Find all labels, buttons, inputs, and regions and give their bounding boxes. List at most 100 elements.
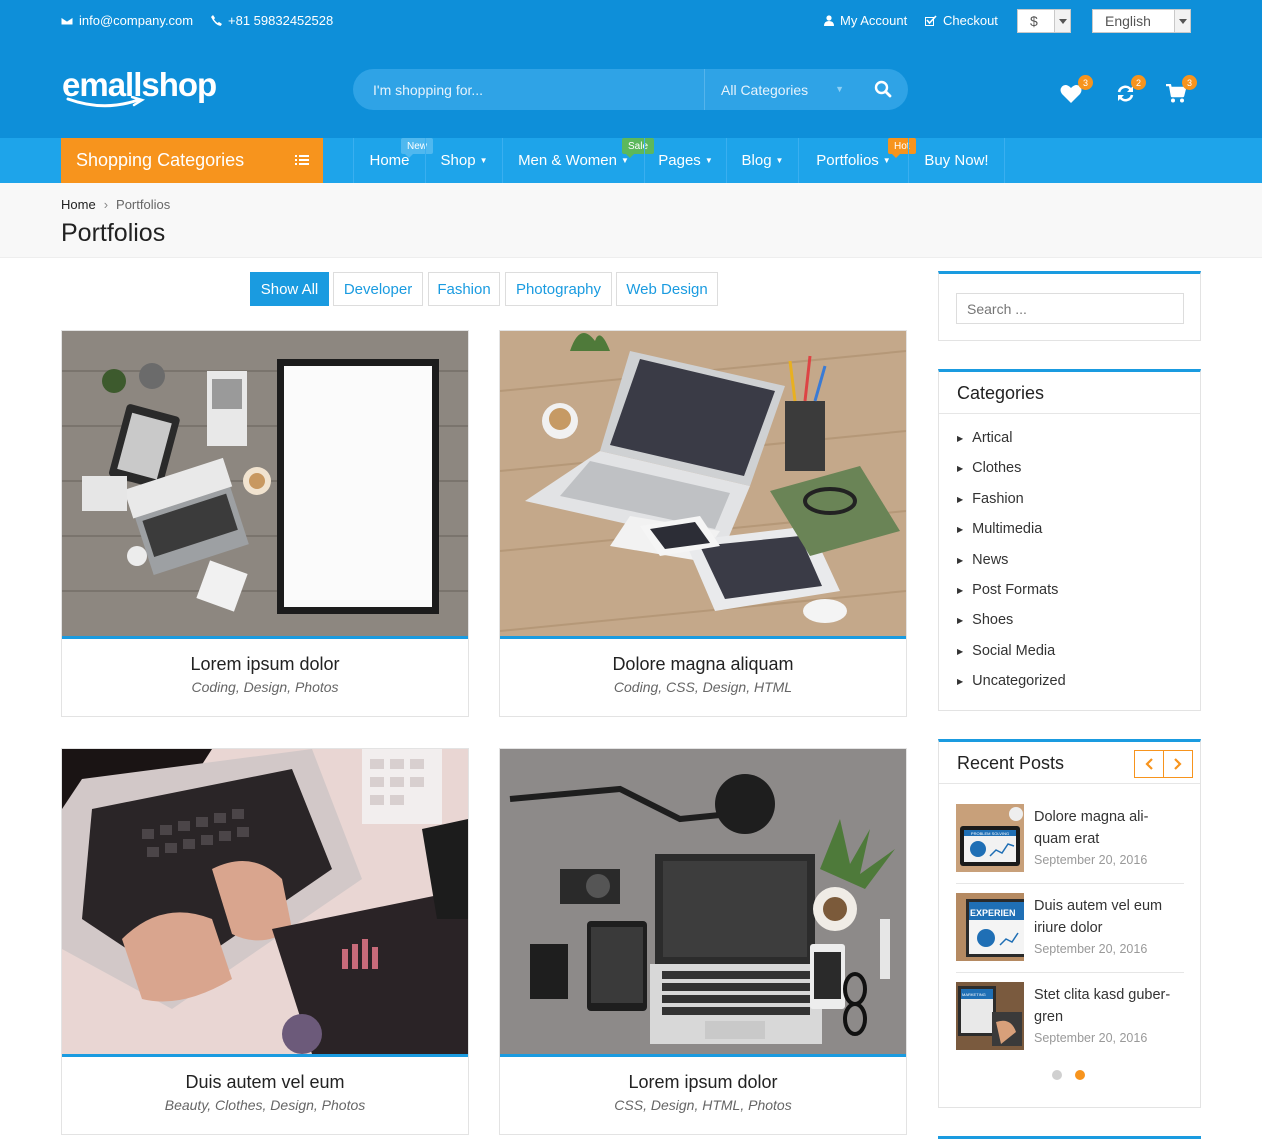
checkout-link[interactable]: Checkout xyxy=(925,13,998,28)
category-item-clothes[interactable]: ▶ Clothes xyxy=(957,460,1021,476)
portfolio-card[interactable]: Duis autem vel eum Beauty, Clothes, Desi… xyxy=(61,748,469,1135)
wishlist-count-badge: 3 xyxy=(1078,75,1093,90)
my-account-link[interactable]: My Account xyxy=(824,13,907,28)
portfolio-title[interactable]: Dolore magna aliquam xyxy=(500,654,906,675)
caret-right-icon: ▶ xyxy=(957,463,964,473)
portfolio-title[interactable]: Lorem ipsum dolor xyxy=(62,654,468,675)
shopping-categories-label: Shopping Categories xyxy=(76,150,245,170)
caret-down-icon: ▼ xyxy=(479,156,488,165)
category-label: Fashion xyxy=(972,491,1024,507)
category-item-uncategorized[interactable]: ▶ Uncategorized xyxy=(957,673,1066,689)
category-item-multimedia[interactable]: ▶ Multimedia xyxy=(957,521,1042,537)
search-widget xyxy=(938,271,1201,341)
search-input[interactable] xyxy=(373,69,693,110)
category-item-shoes[interactable]: ▶ Shoes xyxy=(957,612,1013,628)
post-thumbnail[interactable]: MARKETING xyxy=(956,982,1024,1050)
category-label: Social Media xyxy=(972,643,1056,659)
portfolio-image[interactable] xyxy=(500,331,906,636)
nav-item-pages[interactable]: Pages ▼ xyxy=(645,138,726,183)
nav-item-buy-now[interactable]: Buy Now! xyxy=(909,138,1004,183)
category-label: Post Formats xyxy=(972,582,1059,598)
post-thumbnail[interactable]: PROBLEM SOLVING xyxy=(956,804,1024,872)
language-select[interactable]: English xyxy=(1092,9,1191,33)
portfolio-image[interactable] xyxy=(62,749,468,1054)
thumb-caption: EXPERIEN xyxy=(970,908,1016,918)
language-value: English xyxy=(1105,13,1151,29)
caret-right-icon: ▶ xyxy=(957,585,964,595)
phone-icon xyxy=(211,15,222,26)
category-item-fashion[interactable]: ▶ Fashion xyxy=(957,491,1024,507)
post-thumbnail[interactable]: EXPERIEN xyxy=(956,893,1024,961)
category-label: News xyxy=(972,552,1009,568)
category-item-social-media[interactable]: ▶ Social Media xyxy=(957,643,1055,659)
post-title[interactable]: Dolore magna ali-quam erat xyxy=(1034,806,1184,850)
filter-web-design[interactable]: Web Design xyxy=(616,272,718,306)
portfolio-title[interactable]: Duis autem vel eum xyxy=(62,1072,468,1093)
card-accent-bar xyxy=(62,636,468,639)
portfolio-image[interactable] xyxy=(62,331,468,636)
post-date: September 20, 2016 xyxy=(1034,1031,1148,1045)
checkout-label: Checkout xyxy=(943,13,998,28)
caret-down-icon: ▼ xyxy=(835,84,844,94)
sidebar-search-input[interactable] xyxy=(956,293,1184,324)
cart-button[interactable]: 3 xyxy=(1166,75,1197,108)
caret-down-icon: ▼ xyxy=(775,156,784,165)
portfolio-image[interactable] xyxy=(500,749,906,1054)
post-title[interactable]: Duis autem vel eum iriure dolor xyxy=(1034,895,1184,939)
portfolio-card[interactable]: Lorem ipsum dolor Coding, Design, Photos xyxy=(61,330,469,717)
carousel-dot[interactable] xyxy=(1052,1070,1062,1080)
nav-pages-label: Pages xyxy=(658,152,701,169)
carousel-dot-active[interactable] xyxy=(1075,1070,1085,1080)
card-accent-bar xyxy=(62,1054,468,1057)
breadcrumb: Home › Portfolios xyxy=(61,197,170,212)
search-category-select[interactable]: All Categories ▼ xyxy=(704,69,854,110)
filter-fashion[interactable]: Fashion xyxy=(428,272,500,306)
recent-post-item[interactable]: PROBLEM SOLVING Dolore magna ali-quam er… xyxy=(956,804,1184,884)
category-label: Artical xyxy=(972,430,1013,446)
category-label: Multimedia xyxy=(972,521,1043,537)
chevron-right-icon: › xyxy=(103,197,109,212)
portfolio-card[interactable]: Lorem ipsum dolor CSS, Design, HTML, Pho… xyxy=(499,748,907,1135)
topbar-email[interactable]: info@company.com xyxy=(61,13,193,28)
categories-title: Categories xyxy=(957,383,1045,403)
search-icon[interactable] xyxy=(874,80,892,98)
compare-button[interactable]: 2 xyxy=(1116,75,1146,108)
filter-developer[interactable]: Developer xyxy=(333,272,423,306)
topbar-phone[interactable]: +81 59832452528 xyxy=(211,13,333,28)
category-label: Clothes xyxy=(972,460,1022,476)
portfolio-tags: Coding, CSS, Design, HTML xyxy=(613,679,793,695)
caret-right-icon: ▶ xyxy=(957,555,964,565)
wishlist-button[interactable]: 3 xyxy=(1060,75,1093,108)
recent-posts-widget: Recent Posts PROBLEM SOLVING Dolore magn… xyxy=(938,739,1201,1108)
nav-home-label: Home xyxy=(369,152,410,169)
recent-post-item[interactable]: EXPERIEN Duis autem vel eum iriure dolor… xyxy=(956,893,1184,973)
checkbox-icon xyxy=(925,15,937,26)
card-accent-bar xyxy=(500,1054,906,1057)
currency-select[interactable]: $ xyxy=(1017,9,1071,33)
category-item-post-formats[interactable]: ▶ Post Formats xyxy=(957,582,1058,598)
shopping-categories-button[interactable]: Shopping Categories xyxy=(61,138,323,183)
post-divider xyxy=(956,972,1184,973)
widget-divider xyxy=(939,413,1200,414)
next-post-button[interactable] xyxy=(1163,750,1193,778)
filter-show-all[interactable]: Show All xyxy=(250,272,329,306)
portfolio-title[interactable]: Lorem ipsum dolor xyxy=(500,1072,906,1093)
thumb-caption: MARKETING xyxy=(962,992,986,997)
post-date: September 20, 2016 xyxy=(1034,853,1148,867)
post-title[interactable]: Stet clita kasd guber-gren xyxy=(1034,984,1184,1028)
category-item-news[interactable]: ▶ News xyxy=(957,552,1008,568)
categories-widget: Categories ▶ Artical ▶ Clothes ▶ Fashion ▶ M… xyxy=(938,369,1201,711)
caret-right-icon: ▶ xyxy=(957,676,964,686)
recent-posts-title: Recent Posts xyxy=(957,753,1065,773)
nav-item-blog[interactable]: Blog ▼ xyxy=(727,138,798,183)
category-item-artical[interactable]: ▶ Artical xyxy=(957,430,1012,446)
category-label: Shoes xyxy=(972,612,1014,628)
currency-value: $ xyxy=(1030,13,1038,29)
portfolio-card[interactable]: Dolore magna aliquam Coding, CSS, Design… xyxy=(499,330,907,717)
recent-post-item[interactable]: MARKETING Stet clita kasd guber-gren Sep… xyxy=(956,982,1184,1062)
filter-photography[interactable]: Photography xyxy=(505,272,612,306)
category-label: Uncategorized xyxy=(972,673,1066,689)
breadcrumb-home-link[interactable]: Home xyxy=(61,197,96,212)
nav-item-shop[interactable]: Shop ▼ xyxy=(426,138,502,183)
prev-post-button[interactable] xyxy=(1134,750,1164,778)
